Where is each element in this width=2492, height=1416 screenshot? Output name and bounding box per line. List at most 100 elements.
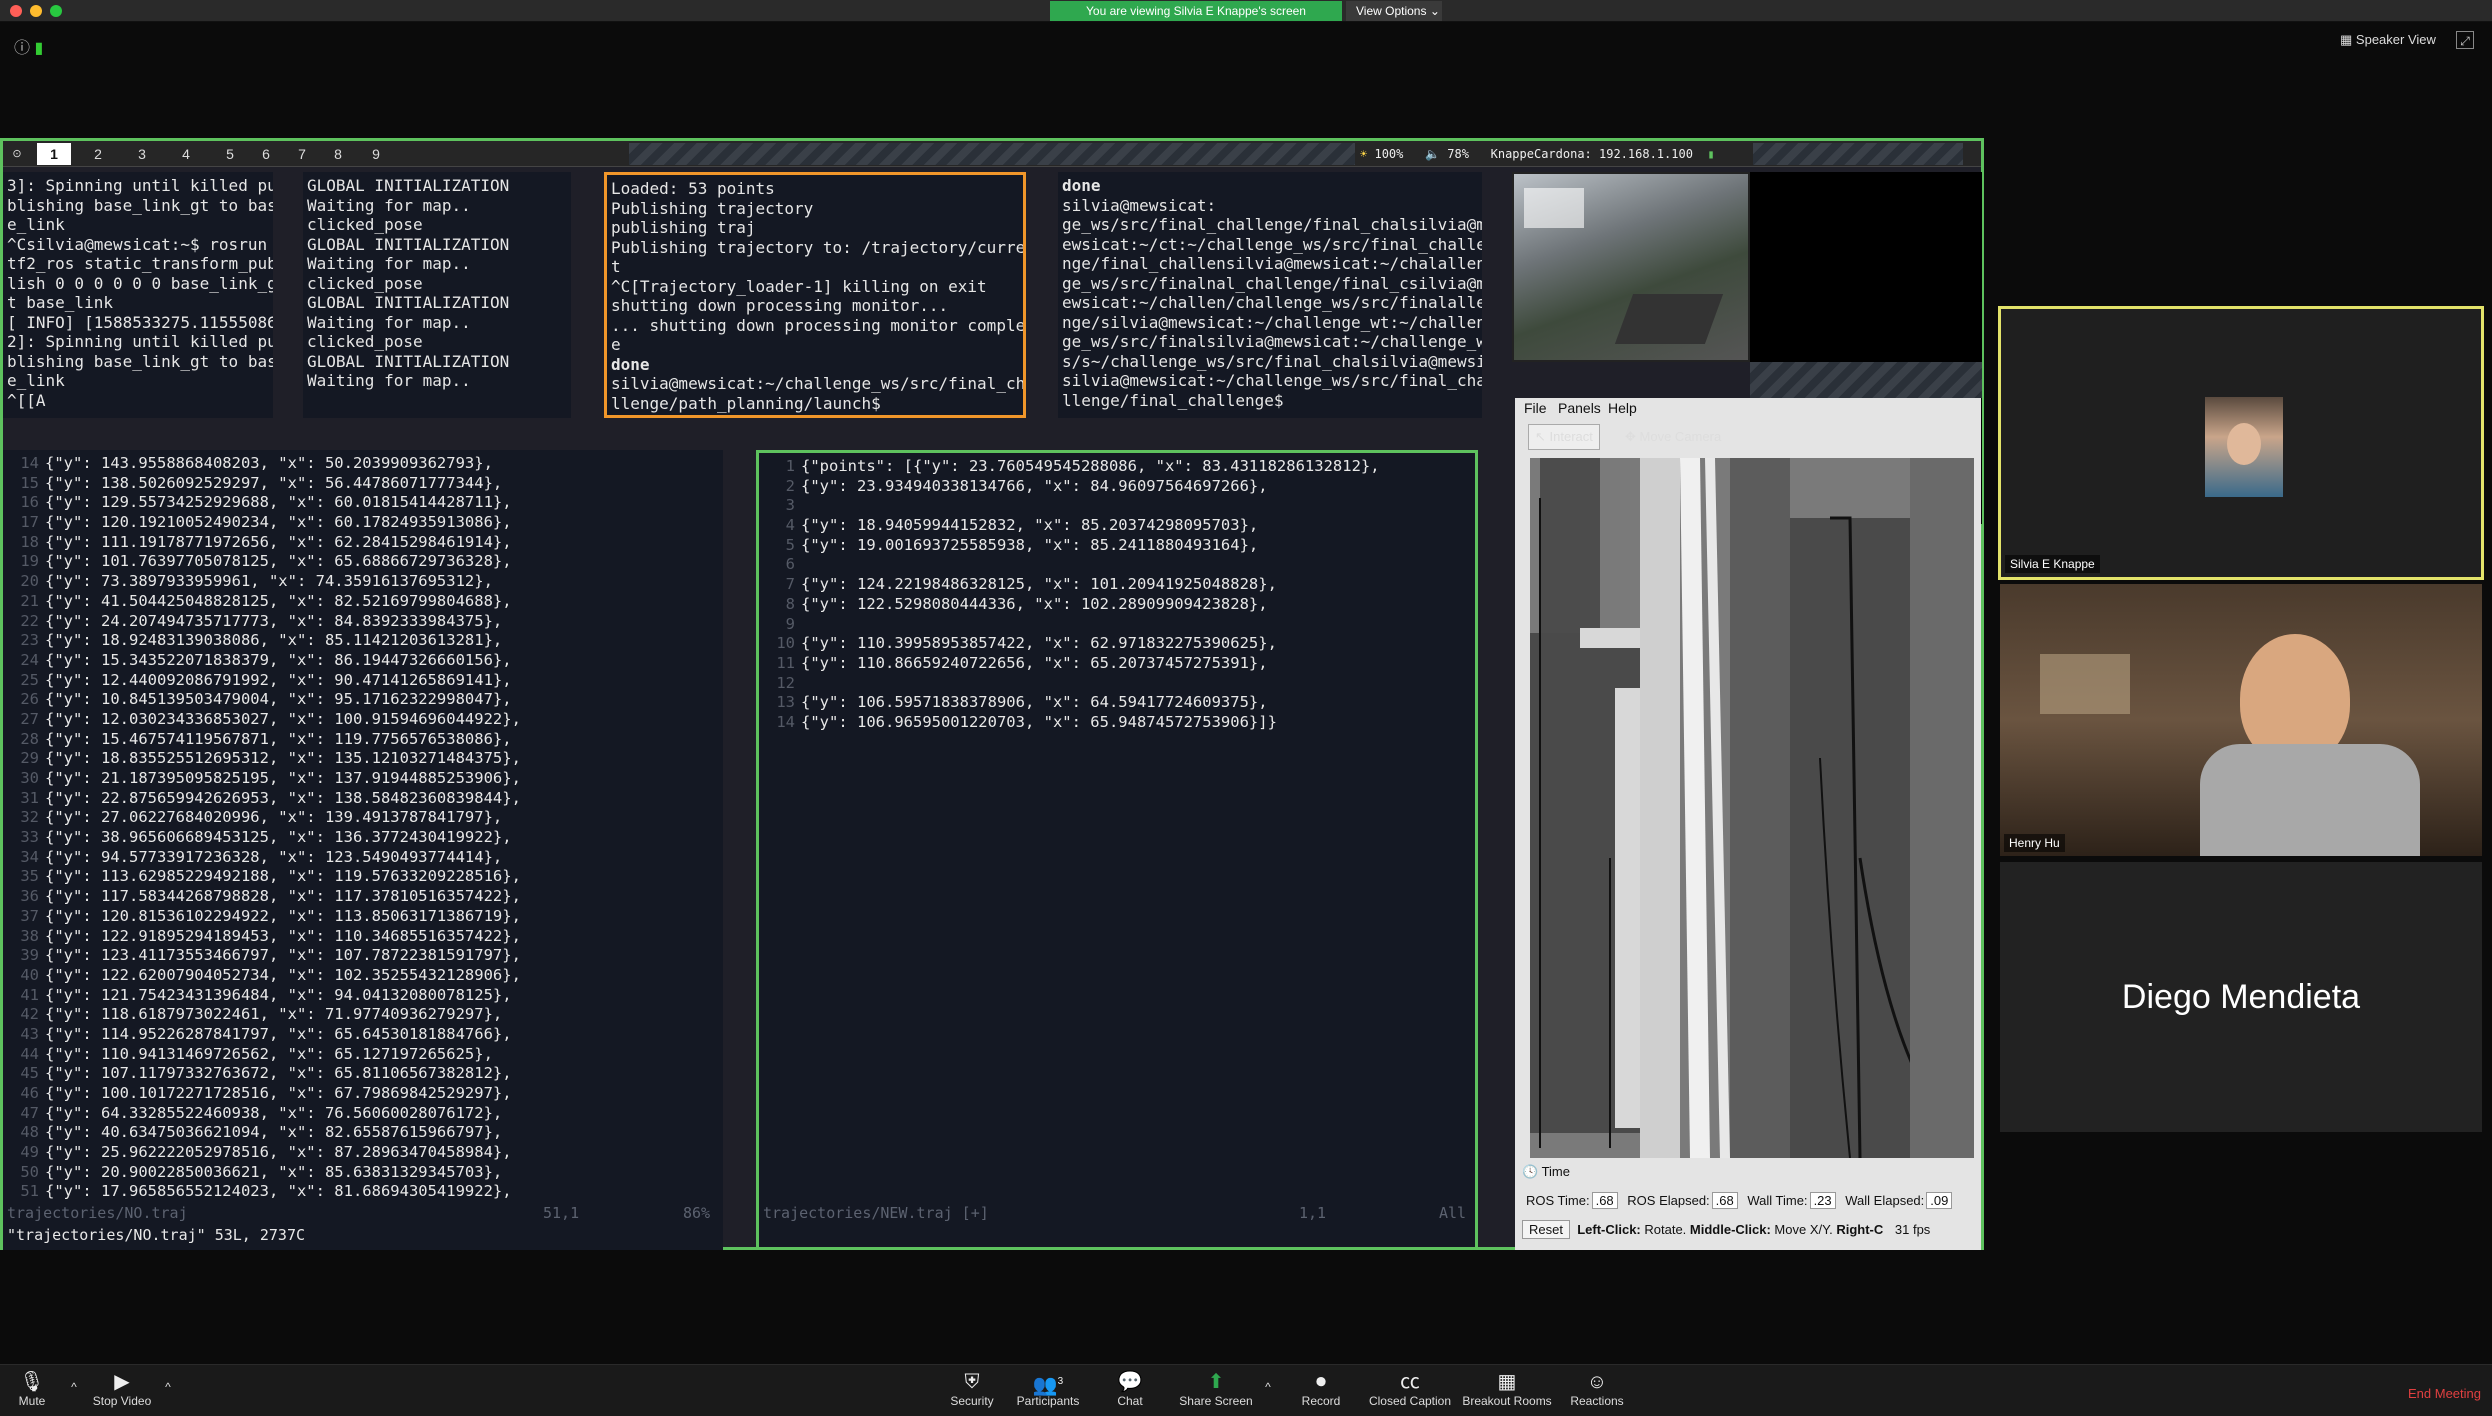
terminal-3-focused[interactable]: Loaded: 53 points Publishing trajectory pu… <box>604 172 1026 418</box>
terminal-line: ewsicat:~/ct:~/challenge_ws/src/final_ch… <box>1062 234 1482 254</box>
video-camera-icon: ▶ <box>114 1371 130 1393</box>
participant-tile[interactable]: Henry Hu <box>2000 584 2482 856</box>
mute-button[interactable]: 🎙 Mute <box>14 1370 50 1408</box>
record-icon: ⏺ <box>1316 1371 1326 1393</box>
move-camera-button[interactable]: ✥ Move Camera <box>1618 424 1728 450</box>
stop-video-button[interactable]: ▶ Stop Video <box>90 1370 154 1408</box>
menu-help[interactable]: Help <box>1608 400 1637 416</box>
workspace-5[interactable]: 5 <box>213 143 247 165</box>
line-text: {"y": 117.58344268798828, "x": 117.37810… <box>45 887 521 906</box>
editor-line: 30 {"y": 21.187395095825195, "x": 137.919… <box>3 769 723 789</box>
security-label: Security <box>950 1394 994 1408</box>
workspace-3[interactable]: 3 <box>125 143 159 165</box>
editor-line: 23 {"y": 18.92483139038086, "x": 85.11421… <box>3 631 723 651</box>
view-options-button[interactable]: View Options ⌄ <box>1346 1 1442 21</box>
line-text: {"y": 110.94131469726562, "x": 65.127197… <box>45 1044 493 1063</box>
terminal-line: ge_ws/src/final_challenge/final_chalsilv… <box>1062 215 1482 234</box>
wall-elapsed-field: .09 <box>1926 1192 1953 1209</box>
editor-lines: 1 {"points": [{"y": 23.760549545288086, "… <box>759 457 1475 733</box>
share-screen-button[interactable]: ⬆ Share Screen <box>1176 1370 1256 1408</box>
end-meeting-button[interactable]: End Meeting <box>2408 1386 2481 1401</box>
participant-name: Henry Hu <box>2004 834 2065 852</box>
speaker-view-button[interactable]: ▦ Speaker View <box>2340 32 2436 48</box>
line-text: {"y": 27.06227684020996, "x": 139.491378… <box>45 808 503 827</box>
info-icon[interactable]: ⓘ <box>14 40 30 57</box>
line-number: 23 <box>20 631 39 650</box>
zoom-window-icon[interactable] <box>50 5 62 17</box>
closed-caption-button[interactable]: ㏄ Closed Caption <box>1364 1370 1456 1408</box>
breakout-rooms-button[interactable]: ▦ Breakout Rooms <box>1460 1370 1554 1408</box>
participant-tile-active[interactable]: Silvia E Knappe <box>1998 306 2484 580</box>
video-options-chevron-icon[interactable]: ^ <box>160 1380 176 1394</box>
line-text: {"y": 10.845139503479004, "x": 95.171623… <box>45 690 512 709</box>
workspace-4[interactable]: 4 <box>169 143 203 165</box>
wall-elapsed-label: Wall Elapsed: <box>1845 1193 1925 1208</box>
menu-file[interactable]: File <box>1524 400 1547 416</box>
close-window-icon[interactable] <box>10 5 22 17</box>
line-text: {"y": 110.86659240722656, "x": 65.207374… <box>801 653 1268 672</box>
workspace-2[interactable]: 2 <box>81 143 115 165</box>
terminal-2[interactable]: GLOBAL INITIALIZATION Waiting for map.. cl… <box>303 172 571 418</box>
editor-line: 25 {"y": 12.440092086791992, "x": 90.4714… <box>3 671 723 691</box>
line-text: {"y": 12.440092086791992, "x": 90.471412… <box>45 670 512 689</box>
participant-avatar <box>2205 397 2283 497</box>
workspace-1[interactable]: 1 <box>37 143 71 165</box>
minimize-window-icon[interactable] <box>30 5 42 17</box>
terminal-line: silvia@mewsicat: <box>1062 195 1217 215</box>
audio-options-chevron-icon[interactable]: ^ <box>66 1380 82 1394</box>
interact-button[interactable]: ↖ Interact <box>1528 424 1600 450</box>
line-number: 50 <box>20 1162 39 1181</box>
terminal-line: ^Csilvia@mewsicat:~$ rosrun <box>7 234 273 254</box>
fullscreen-icon[interactable]: ⤢ <box>2456 31 2474 49</box>
workspace-8[interactable]: 8 <box>321 143 355 165</box>
mute-label: Mute <box>18 1394 46 1408</box>
workspace-7[interactable]: 7 <box>285 143 319 165</box>
line-text: {"y": 120.81536102294922, "x": 113.85063… <box>45 906 521 925</box>
participants-button[interactable]: 👥3 Participants <box>1012 1370 1084 1408</box>
share-options-chevron-icon[interactable]: ^ <box>1260 1380 1276 1394</box>
line-text: {"y": 17.965856552124023, "x": 81.686943… <box>45 1182 512 1201</box>
line-text: {"y": 120.19210052490234, "x": 60.178249… <box>45 513 512 532</box>
editor-line: 31 {"y": 22.875659942626953, "x": 138.584… <box>3 789 723 809</box>
rviz-map-view[interactable] <box>1530 458 1974 1158</box>
workspace-9[interactable]: 9 <box>359 143 393 165</box>
chat-button[interactable]: 💬 Chat <box>1112 1370 1148 1408</box>
editor-line: 10 {"y": 110.39958953857422, "x": 62.9718… <box>759 634 1475 654</box>
line-number: 22 <box>20 611 39 630</box>
editor-line: 37 {"y": 120.81536102294922, "x": 113.850… <box>3 907 723 927</box>
editor-line: 33 {"y": 38.965606689453125, "x": 136.377… <box>3 828 723 848</box>
editor-line: 34 {"y": 94.57733917236328, "x": 123.5490… <box>3 848 723 868</box>
terminal-line: 2]: Spinning until killed pu <box>7 332 273 351</box>
participant-shirt <box>2200 744 2420 856</box>
interact-label: Interact <box>1549 429 1593 444</box>
terminal-line: clicked_pose <box>307 215 423 234</box>
line-text: {"y": 143.9558868408203, "x": 50.2039909… <box>45 454 493 472</box>
line-number: 18 <box>20 532 39 551</box>
rviz-toolbar: ↖ Interact ✥ Move Camera <box>1518 420 1750 452</box>
editor-line: 13 {"y": 106.59571838378906, "x": 64.5941… <box>759 693 1475 713</box>
editor-line: 29 {"y": 18.835525512695312, "x": 135.121… <box>3 749 723 769</box>
reactions-button[interactable]: ☺ Reactions <box>1566 1370 1628 1408</box>
editor-line: 2 {"y": 23.934940338134766, "x": 84.96097… <box>759 477 1475 497</box>
terminal-1[interactable]: 3]: Spinning until killed pu blishing bas… <box>3 172 273 418</box>
editor-line: 20 {"y": 73.3897933959961, "x": 74.359161… <box>3 572 723 592</box>
workspace-6[interactable]: 6 <box>249 143 283 165</box>
line-text: {"y": 121.75423431396484, "x": 94.041320… <box>45 985 512 1004</box>
line-number: 28 <box>20 729 39 748</box>
terminal-line: Waiting for map.. <box>307 371 471 390</box>
menu-panels[interactable]: Panels <box>1558 400 1601 416</box>
line-text: {"y": 38.965606689453125, "x": 136.37724… <box>45 828 512 847</box>
editor-line: 35 {"y": 113.62985229492188, "x": 119.576… <box>3 867 723 887</box>
terminal-line: silvia@mewsicat:~/challenge_ws/src/final… <box>611 374 1026 393</box>
line-number: 34 <box>20 847 39 866</box>
terminal-4[interactable]: done silvia@mewsicat: ge_ws/src/final_chal… <box>1058 172 1482 418</box>
terminal-line: ^C[Trajectory_loader-1] killing on exit <box>611 276 987 296</box>
security-button[interactable]: ⛨ Security <box>944 1370 1000 1408</box>
reset-button[interactable]: Reset <box>1522 1220 1570 1239</box>
vim-editor-left[interactable]: 14 {"y": 143.9558868408203, "x": 50.20399… <box>3 450 723 1250</box>
line-number: 16 <box>20 493 39 512</box>
participant-tile-no-video[interactable]: Diego Mendieta <box>2000 862 2482 1132</box>
record-button[interactable]: ⏺ Record <box>1298 1370 1344 1408</box>
vim-editor-right[interactable]: 1 {"points": [{"y": 23.760549545288086, "… <box>756 450 1478 1250</box>
meeting-info[interactable]: ⓘ ▮ <box>14 34 43 58</box>
